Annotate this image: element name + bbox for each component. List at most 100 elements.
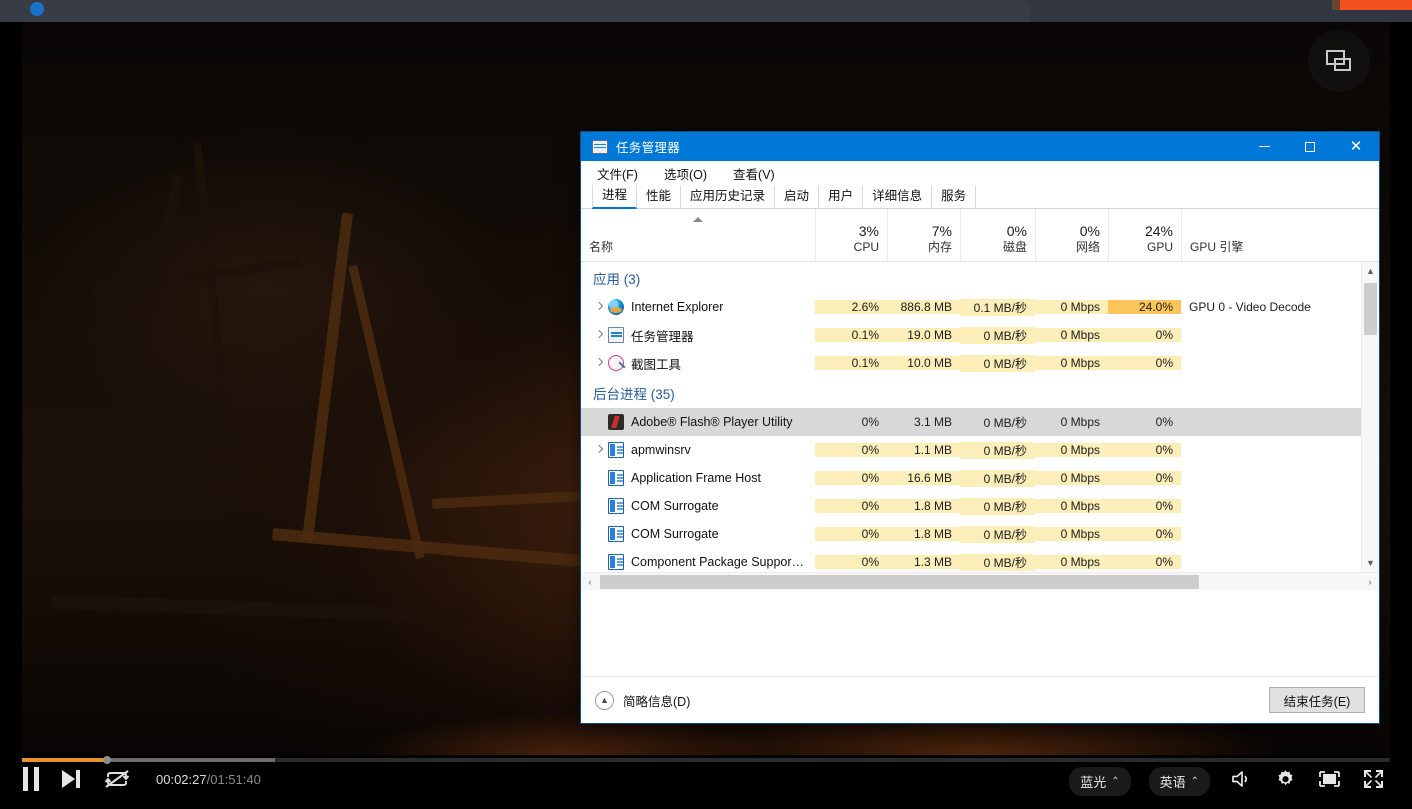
cell-mem: 1.3 MB xyxy=(887,555,960,569)
scroll-left-button[interactable]: ‹ xyxy=(581,573,599,591)
volume-button[interactable] xyxy=(1228,769,1254,795)
vertical-scroll-thumb[interactable] xyxy=(1364,283,1377,335)
cell-cpu: 0% xyxy=(815,443,887,457)
chevron-up-icon: ▲ xyxy=(595,690,614,710)
browser-tab-title xyxy=(62,0,67,16)
table-row[interactable]: Application Frame Host 0% 16.6 MB 0 MB/秒 0 M… xyxy=(581,464,1361,492)
cell-mem: 19.0 MB xyxy=(887,328,960,342)
process-name-cell: Component Package Suppor… xyxy=(581,554,815,570)
chevron-right-icon[interactable] xyxy=(592,443,607,457)
table-row[interactable]: 截图工具 0.1% 10.0 MB 0 MB/秒 0 Mbps 0% xyxy=(581,349,1361,377)
minimize-button[interactable] xyxy=(1241,132,1287,161)
browser-tabstrip[interactable] xyxy=(0,0,1030,22)
column-header-memory-label: 内存 xyxy=(927,240,952,254)
horizontal-scrollbar[interactable]: ‹ › xyxy=(581,572,1379,590)
fullscreen-button[interactable] xyxy=(1360,769,1386,795)
process-name-label: Internet Explorer xyxy=(631,300,724,314)
column-header-gpu-engine[interactable]: GPU 引擎 xyxy=(1181,209,1359,261)
scroll-up-button[interactable]: ▲ xyxy=(1362,262,1379,280)
cell-disk: 0 MB/秒 xyxy=(960,553,1035,571)
chevron-right-icon[interactable] xyxy=(592,328,607,342)
process-name-label: Adobe® Flash® Player Utility xyxy=(631,415,793,429)
gear-icon xyxy=(1275,769,1296,795)
tab-users[interactable]: 用户 xyxy=(819,186,864,208)
widescreen-icon xyxy=(1318,769,1340,794)
table-row[interactable]: Internet Explorer 2.6% 886.8 MB 0.1 MB/秒 0 M… xyxy=(581,293,1361,321)
quality-selector[interactable]: 蓝光 ⌃ xyxy=(1069,767,1131,796)
column-header-gpu-label: GPU xyxy=(1146,240,1173,254)
column-header-memory[interactable]: 7% 内存 xyxy=(887,209,960,261)
browser-tab-favicon xyxy=(30,2,44,16)
column-header-disk[interactable]: 0% 磁盘 xyxy=(960,209,1035,261)
audio-track-selector[interactable]: 英语 ⌃ xyxy=(1148,767,1210,796)
cell-disk: 0.1 MB/秒 xyxy=(960,298,1035,316)
tab-startup[interactable]: 启动 xyxy=(775,186,820,208)
cell-gpu: 0% xyxy=(1108,356,1181,370)
table-row[interactable]: Adobe® Flash® Player Utility 0% 3.1 MB 0 MB… xyxy=(581,408,1361,436)
task-manager-window[interactable]: 任务管理器 ✕ 文件(F) 选项(O) 查看(V) 进程 性能 应用历史记录 启… xyxy=(580,131,1380,724)
horizontal-scroll-thumb[interactable] xyxy=(600,575,1199,589)
windows-process-icon xyxy=(608,498,624,514)
menu-view[interactable]: 查看(V) xyxy=(730,162,778,185)
column-header-name[interactable]: 名称 xyxy=(581,209,815,261)
progress-handle[interactable] xyxy=(102,756,111,764)
fewer-details-button[interactable]: ▲ 简略信息(D) xyxy=(595,690,690,710)
cell-mem: 1.8 MB xyxy=(887,527,960,541)
screen-root: 00:02:27/01:51:40 蓝光 ⌃ 英语 ⌃ 任务管理器 ✕ 文件(F… xyxy=(0,0,1412,809)
column-header-cpu-summary: 3% xyxy=(858,223,879,239)
close-button[interactable]: ✕ xyxy=(1333,132,1379,161)
cell-net: 0 Mbps xyxy=(1035,555,1108,569)
task-manager-footer: ▲ 简略信息(D) 结束任务(E) xyxy=(581,676,1379,723)
menu-options[interactable]: 选项(O) xyxy=(661,162,710,185)
cell-cpu: 0.1% xyxy=(815,328,887,342)
process-group-header[interactable]: 应用 (3) xyxy=(581,262,1361,293)
tab-processes[interactable]: 进程 xyxy=(592,185,638,209)
process-group-header[interactable]: 后台进程 (35) xyxy=(581,377,1361,408)
chevron-right-icon[interactable] xyxy=(592,300,607,314)
column-header-network-summary: 0% xyxy=(1079,223,1100,239)
process-name-label: COM Surrogate xyxy=(631,527,719,541)
expander-placeholder xyxy=(592,415,607,429)
maximize-button[interactable] xyxy=(1287,132,1333,161)
column-header-cpu[interactable]: 3% CPU xyxy=(815,209,887,261)
adobe-flash-icon xyxy=(608,414,624,430)
fullscreen-icon xyxy=(1363,769,1384,794)
cell-gpu: 24.0% xyxy=(1108,300,1181,314)
cell-mem: 886.8 MB xyxy=(887,300,960,314)
tab-details[interactable]: 详细信息 xyxy=(863,186,933,208)
tab-performance[interactable]: 性能 xyxy=(637,186,682,208)
scroll-down-button[interactable]: ▼ xyxy=(1362,554,1379,572)
widescreen-button[interactable] xyxy=(1316,769,1342,795)
process-name-label: Application Frame Host xyxy=(631,471,761,485)
menu-file[interactable]: 文件(F) xyxy=(594,162,641,185)
table-row[interactable]: Component Package Suppor… 0% 1.3 MB 0 MB/秒 0… xyxy=(581,548,1361,572)
progress-bar[interactable] xyxy=(22,756,1390,764)
loop-off-icon xyxy=(104,769,130,789)
pause-button[interactable] xyxy=(22,767,40,791)
next-episode-button[interactable] xyxy=(62,770,82,788)
table-row[interactable]: apmwinsrv 0% 1.1 MB 0 MB/秒 0 Mbps 0% xyxy=(581,436,1361,464)
chevron-right-icon[interactable] xyxy=(592,356,607,370)
cell-disk: 0 MB/秒 xyxy=(960,497,1035,515)
picture-in-picture-button[interactable] xyxy=(1308,30,1370,92)
tab-app-history[interactable]: 应用历史记录 xyxy=(681,186,776,208)
cell-mem: 16.6 MB xyxy=(887,471,960,485)
settings-button[interactable] xyxy=(1272,769,1298,795)
end-task-button[interactable]: 结束任务(E) xyxy=(1269,687,1365,713)
table-row[interactable]: 任务管理器 0.1% 19.0 MB 0 MB/秒 0 Mbps 0% xyxy=(581,321,1361,349)
cell-gpu: 0% xyxy=(1108,527,1181,541)
table-row[interactable]: COM Surrogate 0% 1.8 MB 0 MB/秒 0 Mbps 0% xyxy=(581,492,1361,520)
expander-placeholder xyxy=(592,555,607,569)
cell-net: 0 Mbps xyxy=(1035,527,1108,541)
process-name-label: Component Package Suppor… xyxy=(631,555,805,569)
cell-cpu: 0% xyxy=(815,555,887,569)
tab-services[interactable]: 服务 xyxy=(932,186,977,208)
vertical-scrollbar[interactable]: ▲ ▼ xyxy=(1361,262,1379,572)
task-manager-titlebar[interactable]: 任务管理器 ✕ xyxy=(581,132,1379,161)
column-header-gpu[interactable]: 24% GPU xyxy=(1108,209,1181,261)
table-row[interactable]: COM Surrogate 0% 1.8 MB 0 MB/秒 0 Mbps 0% xyxy=(581,520,1361,548)
column-header-network[interactable]: 0% 网络 xyxy=(1035,209,1108,261)
loop-toggle-button[interactable] xyxy=(104,769,130,789)
scroll-right-button[interactable]: › xyxy=(1361,573,1379,591)
windows-process-icon xyxy=(608,470,624,486)
